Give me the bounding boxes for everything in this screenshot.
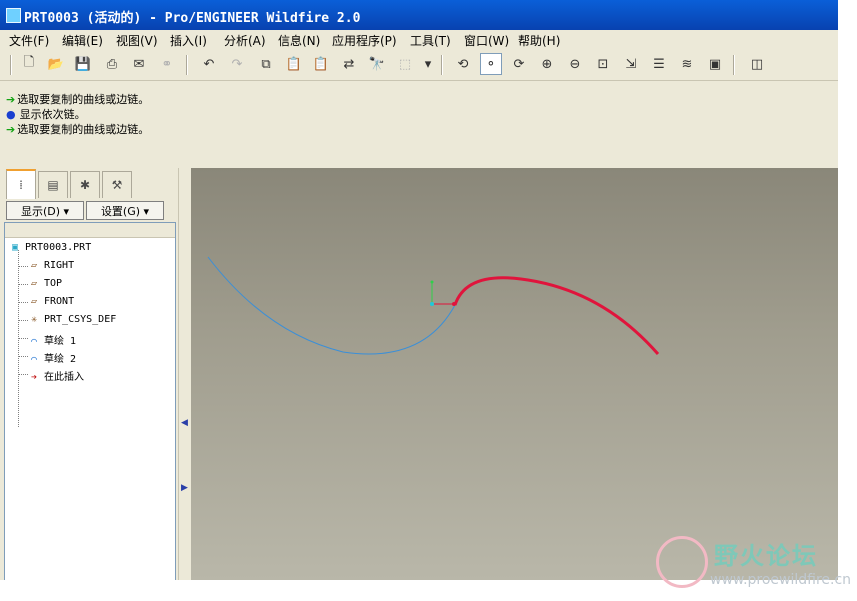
paste-icon[interactable]: 📋	[283, 53, 305, 75]
insert-here-icon: ➔	[30, 372, 38, 383]
reorient-icon[interactable]: ⇲	[620, 53, 642, 75]
tree-item-insert-here[interactable]: ➔ 在此插入	[27, 368, 84, 383]
model-tree: ▣ PRT0003.PRT ▱ RIGHT ▱ TOP ▱ FRONT ✳ PRT_CSY…	[4, 222, 176, 580]
navigator-panel: ⁞ ▤ ✱ ⚒ 显示(D) ▾ 设置(G) ▾ ▣ PRT0003.PRT ▱ RI…	[0, 168, 190, 580]
menu-insert[interactable]: 插入(I)	[170, 32, 207, 49]
sketch-icon: ⌒	[30, 354, 38, 365]
tab-connections[interactable]: ⚒	[102, 171, 132, 198]
menu-applications[interactable]: 应用程序(P)	[332, 32, 397, 49]
find-icon[interactable]: 🔭	[366, 53, 388, 75]
message-line: ➔ 选取要复制的曲线或边链。	[6, 93, 150, 106]
menu-view[interactable]: 视图(V)	[116, 32, 158, 49]
paste-special-icon[interactable]: 📋	[310, 53, 332, 75]
watermark: 野火论坛 www.proewildfire.cn	[648, 528, 857, 598]
menu-edit[interactable]: 编辑(E)	[62, 32, 103, 49]
watermark-title: 野火论坛	[714, 542, 818, 570]
tab-favorites[interactable]: ✱	[70, 171, 100, 198]
panel-splitter[interactable]: ◀ ▶	[178, 168, 191, 580]
message-line: ➔ 选取要复制的曲线或边链。	[6, 123, 150, 136]
datum-plane-icon: ▱	[30, 260, 38, 271]
graphics-canvas[interactable]	[191, 168, 838, 580]
zoom-in-icon[interactable]: ⊕	[536, 53, 558, 75]
settings-dropdown[interactable]: 设置(G) ▾	[86, 201, 164, 220]
tree-item-sketch-1[interactable]: ⌒ 草绘 1	[27, 332, 76, 347]
title-bar[interactable]: PRT0003 (活动的) - Pro/ENGINEER Wildfire 2.…	[0, 0, 838, 30]
refit-icon[interactable]: ⊡	[592, 53, 614, 75]
sketch-icon: ⌒	[30, 336, 38, 347]
new-icon[interactable]: 🗋	[18, 53, 40, 75]
saved-views-icon[interactable]: ☰	[648, 53, 670, 75]
message-area: ➔ 选取要复制的曲线或边链。 ● 显示依次链。 ➔ 选取要复制的曲线或边链。	[0, 81, 838, 168]
toolbar-separator	[10, 55, 12, 75]
graphics-viewport[interactable]	[191, 168, 838, 580]
save-icon[interactable]: 💾	[72, 53, 94, 75]
zoom-out-icon[interactable]: ⊖	[564, 53, 586, 75]
undo-icon[interactable]: ↶	[198, 53, 220, 75]
part-icon: ▣	[11, 242, 19, 253]
copy-icon[interactable]: ⧉	[255, 53, 277, 75]
display-style-icon[interactable]: ◫	[746, 53, 768, 75]
menu-analysis[interactable]: 分析(A)	[224, 32, 266, 49]
menu-info[interactable]: 信息(N)	[278, 32, 320, 49]
favorites-icon: ✱	[79, 178, 91, 192]
tab-folder-browser[interactable]: ▤	[38, 171, 68, 198]
watermark-url: www.proewildfire.cn	[710, 572, 852, 588]
layers-icon[interactable]: ≋	[676, 53, 698, 75]
send-link-icon[interactable]: ⚭	[156, 53, 178, 75]
info-dot-icon: ●	[6, 108, 16, 121]
regenerate-icon[interactable]: ⇄	[338, 53, 360, 75]
connections-icon: ⚒	[111, 178, 123, 192]
selected-curve[interactable]	[453, 276, 660, 355]
prompt-arrow-icon: ➔	[6, 123, 16, 136]
csys-y-tip	[430, 280, 434, 284]
csys-icon: ✳	[30, 314, 38, 325]
print-icon[interactable]: ⎙	[101, 53, 123, 75]
toolbar-separator	[733, 55, 735, 75]
toolbar-separator	[441, 55, 443, 75]
model-tree-icon: ⁞	[19, 178, 23, 192]
redo-icon[interactable]: ↷	[226, 53, 248, 75]
tree-item-csys[interactable]: ✳ PRT_CSYS_DEF	[27, 314, 116, 325]
toolbar: 🗋 📂 💾 ⎙ ✉ ⚭ ↶ ↷ ⧉ 📋 📋 ⇄ 🔭 ⬚ ▾ ⟲ ⚬ ⟳ ⊕ ⊖ ⊡ ⇲ ☰ ≋ ▣ ◫	[0, 50, 838, 81]
blue-curve[interactable]	[207, 256, 456, 355]
prompt-arrow-icon: ➔	[6, 93, 16, 106]
collapse-left-icon[interactable]: ◀	[181, 418, 188, 428]
csys-origin	[430, 302, 434, 306]
orient-mode-icon[interactable]: ⟳	[508, 53, 530, 75]
folder-icon: ▤	[47, 178, 59, 192]
curve-start-point	[452, 302, 456, 306]
expand-right-icon[interactable]: ▶	[181, 483, 188, 493]
navigator-tabs: ⁞ ▤ ✱ ⚒	[4, 168, 188, 199]
open-icon[interactable]: 📂	[45, 53, 67, 75]
selection-filter-icon[interactable]: ⬚	[394, 53, 416, 75]
send-email-icon[interactable]: ✉	[128, 53, 150, 75]
show-dropdown[interactable]: 显示(D) ▾	[6, 201, 84, 220]
redraw-icon[interactable]: ⟲	[452, 53, 474, 75]
tree-item-right[interactable]: ▱ RIGHT	[27, 260, 74, 271]
model-tree-header	[5, 223, 175, 238]
menu-window[interactable]: 窗口(W)	[464, 32, 509, 49]
spin-center-icon[interactable]: ⚬	[480, 53, 502, 75]
menu-help[interactable]: 帮助(H)	[518, 32, 560, 49]
filter-dropdown-icon[interactable]: ▾	[417, 53, 439, 75]
datum-plane-icon: ▱	[30, 296, 38, 307]
toolbar-separator	[186, 55, 188, 75]
view-manager-icon[interactable]: ▣	[704, 53, 726, 75]
tree-item-sketch-2[interactable]: ⌒ 草绘 2	[27, 350, 76, 365]
app-icon	[6, 8, 21, 23]
forum-logo-icon	[656, 536, 708, 588]
datum-plane-icon: ▱	[30, 278, 38, 289]
window-title: PRT0003 (活动的) - Pro/ENGINEER Wildfire 2.…	[24, 11, 361, 26]
menu-tools[interactable]: 工具(T)	[410, 32, 451, 49]
message-line: ● 显示依次链。	[6, 108, 86, 121]
tree-item-front[interactable]: ▱ FRONT	[27, 296, 74, 307]
tree-root[interactable]: ▣ PRT0003.PRT	[8, 242, 91, 253]
menu-file[interactable]: 文件(F)	[9, 32, 49, 49]
tree-item-top[interactable]: ▱ TOP	[27, 278, 62, 289]
tab-model-tree[interactable]: ⁞	[6, 169, 36, 199]
menu-bar: 文件(F) 编辑(E) 视图(V) 插入(I) 分析(A) 信息(N) 应用程序…	[0, 30, 838, 50]
app-window: PRT0003 (活动的) - Pro/ENGINEER Wildfire 2.…	[0, 0, 838, 580]
